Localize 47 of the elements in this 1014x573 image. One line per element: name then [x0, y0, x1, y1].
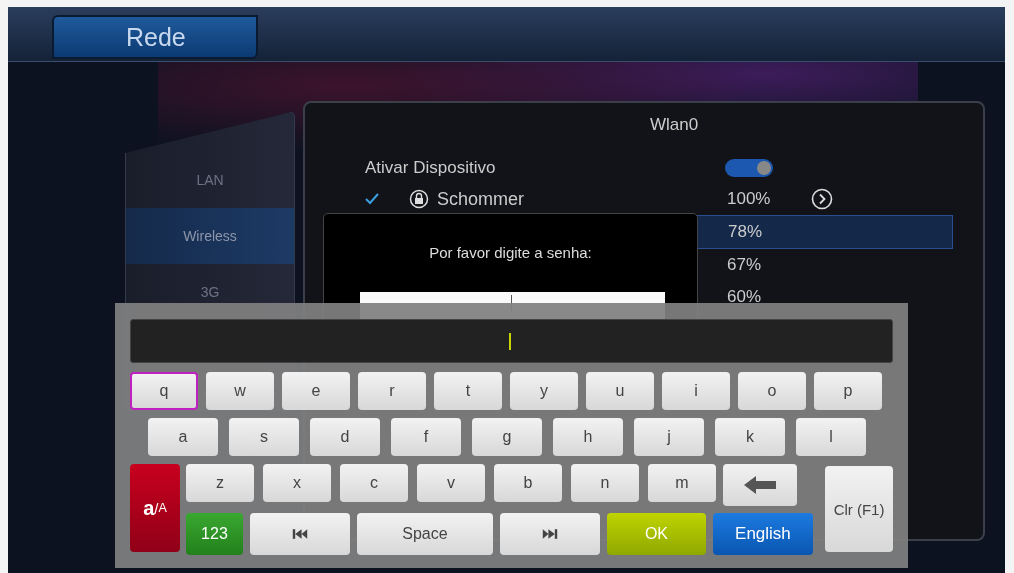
letter-key[interactable]: j: [634, 418, 704, 456]
letter-key[interactable]: b: [493, 464, 562, 502]
space-key[interactable]: Space: [356, 513, 493, 555]
letter-key[interactable]: y: [510, 372, 578, 410]
letter-key[interactable]: v: [416, 464, 485, 502]
language-key[interactable]: English: [712, 513, 813, 555]
signal-strength: 67%: [727, 255, 763, 275]
chevron-circle-icon[interactable]: [811, 188, 833, 210]
signal-strength: 78%: [728, 222, 764, 242]
letter-key[interactable]: z: [185, 464, 254, 502]
skip-forward-icon: [541, 528, 558, 540]
toggle-switch[interactable]: [725, 159, 773, 177]
letter-key[interactable]: l: [796, 418, 866, 456]
numbers-key[interactable]: 123: [185, 513, 243, 555]
letter-key[interactable]: o: [738, 372, 806, 410]
letter-key[interactable]: e: [282, 372, 350, 410]
letter-key[interactable]: k: [715, 418, 785, 456]
text-input-field[interactable]: [130, 319, 893, 363]
backspace-key[interactable]: [722, 464, 797, 506]
letter-key[interactable]: r: [358, 372, 426, 410]
previous-key[interactable]: [249, 513, 350, 555]
letter-key[interactable]: u: [586, 372, 654, 410]
device-label: Ativar Dispositivo: [365, 158, 497, 178]
next-key[interactable]: [499, 513, 600, 555]
letter-key[interactable]: p: [814, 372, 882, 410]
letter-key[interactable]: h: [553, 418, 623, 456]
signal-strength: 100%: [727, 189, 772, 209]
letter-key[interactable]: q: [130, 372, 198, 410]
network-name: Schommer: [437, 188, 525, 210]
letter-key[interactable]: t: [434, 372, 502, 410]
clear-key[interactable]: Clr (F1): [825, 466, 893, 552]
letter-key[interactable]: g: [472, 418, 542, 456]
letter-key[interactable]: i: [662, 372, 730, 410]
letter-key[interactable]: w: [206, 372, 274, 410]
dialog-prompt: Por favor digite a senha:: [428, 244, 593, 261]
letter-key[interactable]: f: [391, 418, 461, 456]
letter-key[interactable]: s: [229, 418, 299, 456]
panel-title: Wlan0: [648, 115, 700, 135]
side-tab[interactable]: Wireless: [126, 208, 294, 264]
skip-back-icon: [291, 528, 308, 540]
letter-key[interactable]: a: [148, 418, 218, 456]
letter-key[interactable]: d: [310, 418, 380, 456]
letter-key[interactable]: m: [647, 464, 716, 502]
letter-key[interactable]: n: [570, 464, 639, 502]
letter-key[interactable]: x: [262, 464, 331, 502]
signal-strength: 60%: [727, 287, 763, 307]
letter-key[interactable]: c: [339, 464, 408, 502]
